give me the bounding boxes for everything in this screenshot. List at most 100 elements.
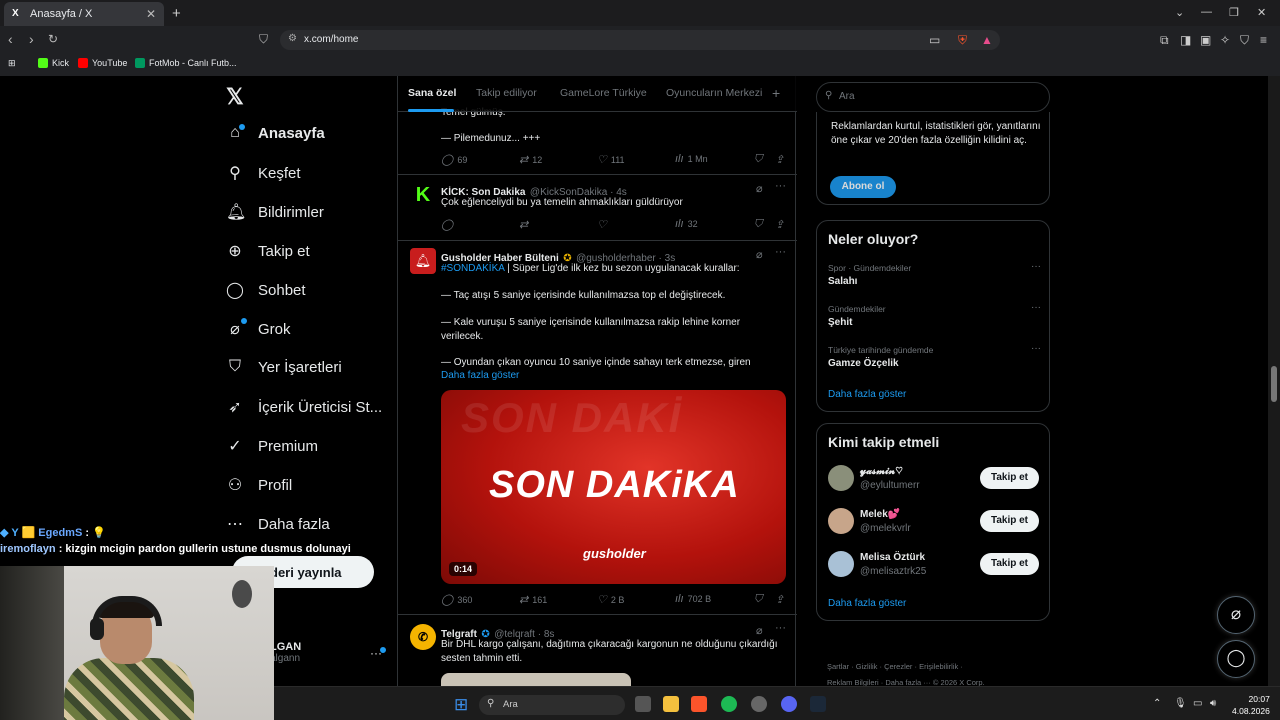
suggested-user[interactable]: Melek💕 @melekvrlr Takip et — [828, 508, 1040, 536]
windows-start-icon[interactable]: ⊞ — [454, 695, 468, 715]
reply-button[interactable]: ◯ — [441, 218, 453, 231]
nav-profile[interactable]: ⚇ Profil — [226, 475, 292, 495]
bookmark-button[interactable]: ⛉ — [754, 218, 762, 231]
video-player[interactable]: SON DAKİ SON DAKiKA gusholder 0:14 — [441, 390, 786, 584]
tab-oyuncular[interactable]: Oyuncuların Merkezi — [666, 87, 762, 99]
views-button[interactable]: ılı 32 — [675, 218, 698, 230]
site-info-icon[interactable]: ⚙ — [288, 33, 297, 44]
like-button[interactable]: ♡ 2 B — [597, 593, 624, 606]
brave-shield-icon[interactable]: ⛨ — [958, 33, 967, 48]
tab-following[interactable]: Takip ediliyor — [476, 87, 537, 99]
leo-icon[interactable]: ✧ — [1220, 33, 1230, 47]
extensions-icon[interactable]: ⧉ — [1160, 33, 1169, 48]
tab-search-icon[interactable]: ⌄ — [1175, 6, 1184, 19]
bookmark-button[interactable]: ⛉ — [754, 153, 762, 166]
bookmark-button[interactable]: ⛉ — [754, 593, 762, 606]
volume-icon[interactable]: 🔊︎ — [1210, 698, 1216, 709]
wallet-icon[interactable]: ▣ — [1200, 33, 1211, 47]
views-button[interactable]: ılı 1 Mn — [675, 153, 708, 165]
hashtag-link[interactable]: #SONDAKİKA — [441, 263, 504, 274]
tweet-image[interactable] — [441, 673, 631, 686]
grok-fab-icon[interactable]: ⌀ — [1217, 596, 1255, 634]
browser-tab[interactable]: X Anasayfa / X ✕ — [4, 2, 164, 26]
vpn-icon[interactable]: ⛉ — [1240, 33, 1249, 48]
messages-fab-icon[interactable]: ◯ — [1217, 640, 1255, 678]
follow-button[interactable]: Takip et — [980, 553, 1039, 575]
bookmark-youtube[interactable]: YouTube — [78, 58, 127, 68]
grok-explain-icon[interactable]: ⌀ — [756, 624, 763, 637]
trend-more-icon[interactable]: ··· — [1031, 302, 1041, 313]
follow-button[interactable]: Takip et — [980, 510, 1039, 532]
bookmark-kick[interactable]: Kick — [38, 58, 69, 68]
add-tab-icon[interactable]: + — [772, 85, 780, 101]
network-icon[interactable]: ▭ — [1193, 698, 1202, 709]
share-button[interactable]: ⇪ — [775, 218, 784, 231]
suggested-user[interactable]: Melisa Öztürk @melisaztrk25 Takip et — [828, 551, 1040, 579]
reply-button[interactable]: ◯ 69 — [441, 153, 467, 166]
steam-icon[interactable] — [810, 696, 826, 712]
cast-icon[interactable]: ▭ — [929, 33, 940, 47]
trend-item[interactable]: Türkiye tarihinde gündemde Gamze Özçelik — [828, 345, 933, 369]
address-bar[interactable]: ⚙ x.com/home — [280, 30, 1000, 50]
nav-notifications[interactable]: 🔔︎ Bildirimler — [226, 202, 324, 222]
new-tab-button[interactable]: + — [172, 5, 181, 22]
show-more-link[interactable]: Daha fazla göster — [441, 369, 519, 383]
brave-browser-icon[interactable] — [691, 696, 707, 712]
sidebar-icon[interactable]: ◨ — [1180, 33, 1191, 47]
close-window-icon[interactable]: ✕ — [1257, 6, 1266, 19]
grok-explain-icon[interactable]: ⌀ — [756, 248, 763, 261]
share-button[interactable]: ⇪ — [775, 153, 784, 166]
reply-button[interactable]: ◯ 360 — [441, 593, 472, 606]
search-input[interactable]: ⚲ Ara — [816, 82, 1050, 112]
retweet-button[interactable]: ⇄ 12 — [519, 153, 542, 166]
telgraft-avatar-icon[interactable]: ✆ — [410, 624, 436, 650]
show-more-link[interactable]: Daha fazla göster — [828, 598, 906, 609]
follow-button[interactable]: Takip et — [980, 467, 1039, 489]
task-view-icon[interactable] — [635, 696, 651, 712]
views-button[interactable]: ılı 702 B — [675, 593, 711, 605]
maximize-icon[interactable]: ❐ — [1229, 6, 1239, 19]
forward-icon[interactable]: › — [29, 31, 34, 47]
taskbar-search[interactable]: ⚲ Ara — [479, 695, 625, 715]
minimize-icon[interactable]: — — [1201, 6, 1212, 18]
tray-chevron-icon[interactable]: ⌃ — [1153, 698, 1161, 709]
bookmark-page-icon[interactable]: ⛉ — [259, 32, 268, 47]
nav-grok[interactable]: ⌀ Grok — [226, 319, 290, 339]
share-button[interactable]: ⇪ — [775, 593, 784, 606]
avatar[interactable]: K — [410, 184, 436, 210]
close-tab-icon[interactable]: ✕ — [146, 7, 156, 21]
trend-item[interactable]: Gündemdekiler Şehit — [828, 304, 886, 328]
nav-chat[interactable]: ◯ Sohbet — [226, 280, 306, 300]
subscribe-button[interactable]: Abone ol — [830, 176, 896, 198]
tweet-more-icon[interactable]: ··· — [775, 180, 786, 192]
nav-follow[interactable]: ⊕ Takip et — [226, 241, 309, 261]
bell-avatar-icon[interactable]: 🔔︎ — [410, 248, 436, 274]
trend-more-icon[interactable]: ··· — [1031, 261, 1041, 272]
apps-icon[interactable]: ⊞ — [8, 58, 16, 69]
menu-icon[interactable]: ≡ — [1260, 33, 1267, 47]
like-button[interactable]: ♡ — [597, 218, 607, 231]
microphone-icon[interactable]: 🎙︎ — [1174, 698, 1187, 709]
trend-item[interactable]: Spor · Gündemdekiler Salahı — [828, 263, 911, 287]
x-logo-icon[interactable]: 𝕏 — [226, 84, 244, 110]
scrollbar-thumb[interactable] — [1271, 366, 1277, 402]
nav-creator-studio[interactable]: ➶ İçerik Üreticisi St... — [226, 397, 382, 417]
page-scrollbar[interactable] — [1268, 76, 1280, 686]
discord-icon[interactable] — [781, 696, 797, 712]
tab-for-you[interactable]: Sana özel — [408, 87, 456, 99]
grok-explain-icon[interactable]: ⌀ — [756, 182, 763, 195]
rewards-icon[interactable]: ▲ — [981, 33, 993, 47]
tab-gamelore[interactable]: GameLore Türkiye — [560, 87, 647, 99]
retweet-button[interactable]: ⇄ — [519, 218, 528, 231]
retweet-button[interactable]: ⇄ 161 — [519, 593, 547, 606]
tweet-more-icon[interactable]: ··· — [775, 246, 786, 258]
account-switcher[interactable]: LGAN algann — [270, 641, 301, 664]
spotify-icon[interactable] — [721, 696, 737, 712]
suggested-user[interactable]: 𝔂𝓪𝓼𝓶𝓲𝓷♡ @eylultumerr Takip et — [828, 465, 1040, 493]
footer-links[interactable]: Şartlar · Gizlilik · Çerezler · Erişileb… — [827, 662, 963, 671]
tweet-more-icon[interactable]: ··· — [775, 622, 786, 634]
back-icon[interactable]: ‹ — [8, 31, 13, 47]
trend-more-icon[interactable]: ··· — [1031, 343, 1041, 354]
file-explorer-icon[interactable] — [663, 696, 679, 712]
taskbar-clock[interactable]: 20:07 4.08.2026 — [1232, 693, 1270, 717]
